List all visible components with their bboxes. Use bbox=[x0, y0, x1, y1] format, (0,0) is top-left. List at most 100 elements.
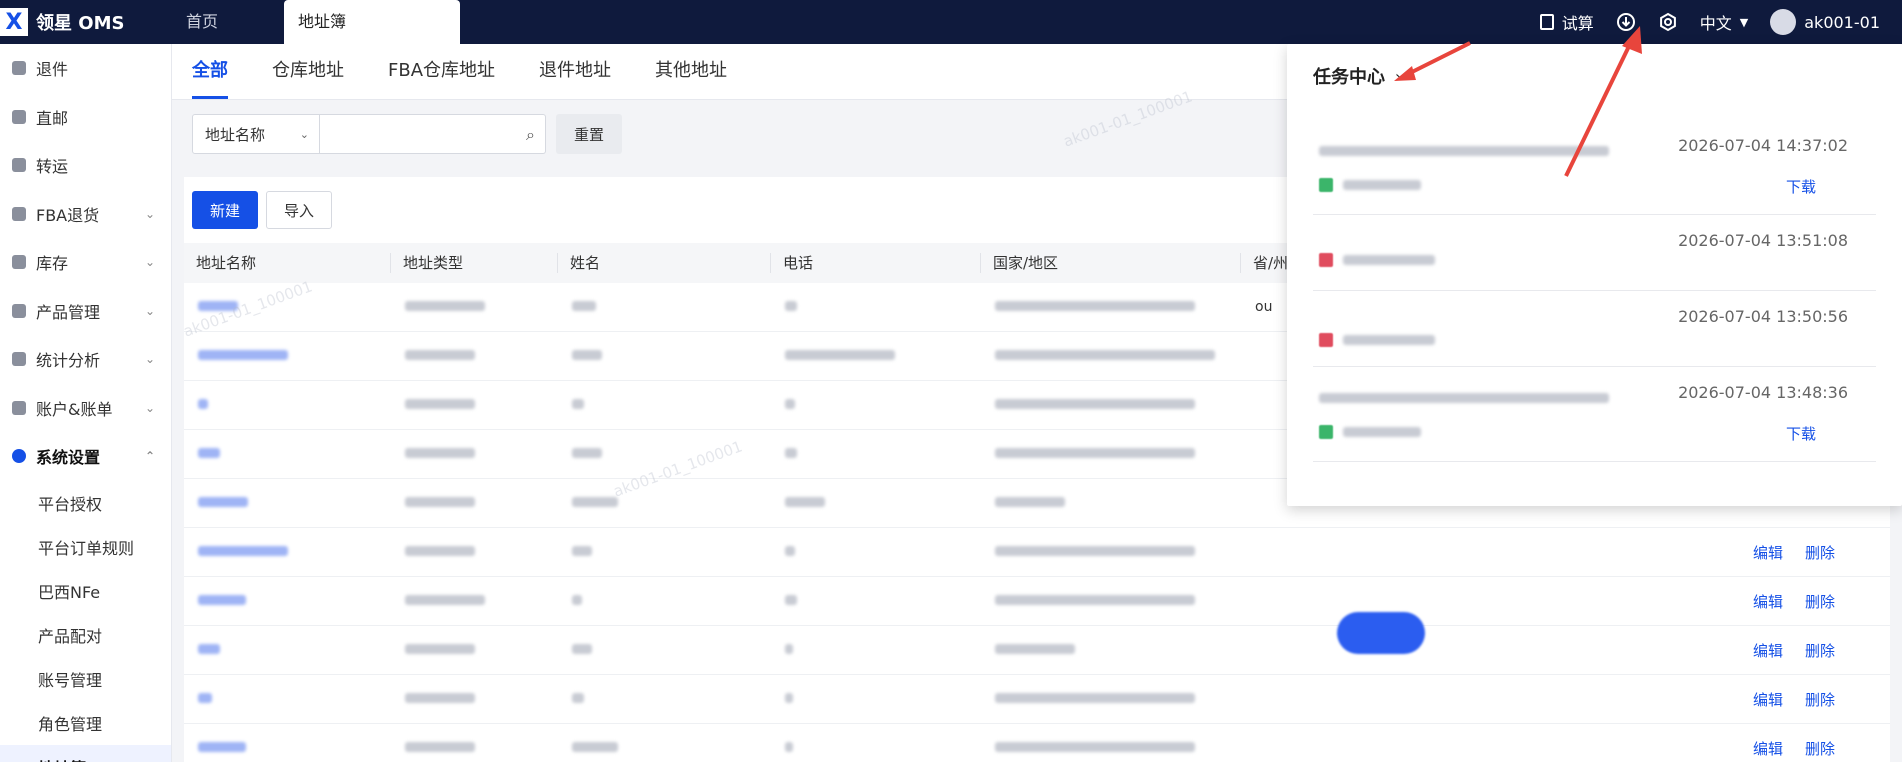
search-icon[interactable]: ⌕ bbox=[526, 125, 535, 145]
sidebar-sub-role-mgmt[interactable]: 角色管理 bbox=[0, 701, 171, 745]
sidebar-sub-platform-auth[interactable]: 平台授权 bbox=[0, 481, 171, 525]
table-cell[interactable] bbox=[184, 446, 391, 462]
redacted-value bbox=[405, 595, 485, 605]
table-cell bbox=[981, 544, 1241, 560]
language-select[interactable]: 中文 ▼ bbox=[1700, 10, 1748, 34]
reset-button[interactable]: 重置 bbox=[556, 114, 622, 154]
edit-link[interactable]: 编辑 bbox=[1753, 591, 1783, 612]
chevron-down-icon: ⌄ bbox=[144, 303, 155, 318]
chart-icon bbox=[12, 352, 26, 367]
search-input[interactable]: ⌕ bbox=[320, 114, 546, 154]
sidebar-item-billing[interactable]: 账户&账单 ⌄ bbox=[0, 384, 171, 433]
table-cell[interactable] bbox=[184, 495, 391, 511]
col-address-type: 地址类型 bbox=[391, 253, 558, 273]
download-link[interactable]: 下载 bbox=[1786, 423, 1816, 444]
table-cell[interactable] bbox=[184, 348, 391, 364]
delete-link[interactable]: 删除 bbox=[1805, 689, 1835, 710]
lingxing-logo-icon: X bbox=[0, 8, 28, 36]
table-cell[interactable] bbox=[184, 544, 391, 560]
chevron-down-icon: ⌄ bbox=[144, 400, 155, 415]
edit-link[interactable]: 编辑 bbox=[1753, 738, 1783, 759]
redacted-value bbox=[405, 350, 475, 360]
redacted-value bbox=[405, 742, 475, 752]
app-logo[interactable]: X 领星 OMS bbox=[0, 0, 124, 44]
table-row: 编辑 删除 bbox=[184, 626, 1890, 675]
table-cell[interactable] bbox=[184, 642, 391, 658]
edit-link[interactable]: 编辑 bbox=[1753, 689, 1783, 710]
redacted-value bbox=[995, 742, 1195, 752]
task-status bbox=[1319, 178, 1421, 192]
col-address-name: 地址名称 bbox=[184, 253, 391, 273]
sidebar-item-label: 系统设置 bbox=[36, 448, 101, 468]
sidebar-sub-product-pairing[interactable]: 产品配对 bbox=[0, 613, 171, 657]
sidebar-sub-account-mgmt[interactable]: 账号管理 bbox=[0, 657, 171, 701]
edit-link[interactable]: 编辑 bbox=[1753, 542, 1783, 563]
task-status bbox=[1319, 425, 1421, 439]
table-row: 编辑 删除 bbox=[184, 724, 1890, 762]
sidebar-item-label: 转运 bbox=[36, 157, 69, 177]
table-cell[interactable] bbox=[184, 740, 391, 756]
task-status-text bbox=[1343, 427, 1421, 437]
sidebar-sub-address-book[interactable]: 地址簿 bbox=[0, 744, 171, 762]
redacted-value bbox=[995, 595, 1195, 605]
tab-other-address[interactable]: 其他地址 bbox=[655, 43, 727, 99]
redacted-value bbox=[785, 350, 895, 360]
edit-link[interactable]: 编辑 bbox=[1753, 640, 1783, 661]
delete-link[interactable]: 删除 bbox=[1805, 542, 1835, 563]
tab-home[interactable]: 首页 bbox=[172, 0, 284, 44]
redacted-value bbox=[405, 644, 475, 654]
table-actions: 新建 导入 bbox=[192, 191, 332, 229]
new-button[interactable]: 新建 bbox=[192, 191, 258, 229]
sidebar-item-transfer[interactable]: 转运 bbox=[0, 141, 171, 190]
user-menu[interactable]: ak001-01 bbox=[1770, 9, 1880, 35]
floating-help-button[interactable] bbox=[1337, 612, 1425, 654]
sidebar-sub-brazil-nfe[interactable]: 巴西NFe bbox=[0, 569, 171, 613]
sidebar-item-direct-mail[interactable]: 直邮 bbox=[0, 93, 171, 142]
fba-icon bbox=[12, 206, 26, 221]
redacted-value bbox=[785, 301, 797, 311]
table-cell bbox=[558, 495, 771, 511]
import-button[interactable]: 导入 bbox=[266, 191, 332, 229]
table-cell bbox=[981, 397, 1241, 413]
redacted-value bbox=[995, 693, 1195, 703]
calculator-icon bbox=[1539, 14, 1554, 30]
delete-link[interactable]: 删除 bbox=[1805, 640, 1835, 661]
tab-fba-warehouse-address[interactable]: FBA仓库地址 bbox=[388, 43, 495, 99]
table-cell bbox=[558, 642, 771, 658]
redacted-value bbox=[198, 497, 248, 507]
table-cell[interactable] bbox=[184, 397, 391, 413]
table-row: 编辑 删除 bbox=[184, 675, 1890, 724]
sidebar-sub-order-rules[interactable]: 平台订单规则 bbox=[0, 525, 171, 569]
table-cell bbox=[391, 544, 558, 560]
table-cell[interactable] bbox=[184, 593, 391, 609]
table-cell bbox=[558, 740, 771, 756]
tab-all[interactable]: 全部 bbox=[192, 43, 228, 99]
tab-address-book[interactable]: 地址簿 bbox=[284, 0, 460, 44]
sidebar-item-system-settings[interactable]: 系统设置 ⌃ bbox=[0, 432, 171, 481]
download-link[interactable]: 下载 bbox=[1786, 176, 1816, 197]
sidebar-item-product[interactable]: 产品管理 ⌄ bbox=[0, 287, 171, 336]
col-country: 国家/地区 bbox=[981, 253, 1241, 273]
filter-field-select[interactable]: 地址名称 ⌄ bbox=[192, 114, 320, 154]
redacted-value bbox=[785, 742, 793, 752]
settings-button[interactable] bbox=[1658, 12, 1678, 32]
sidebar-item-return[interactable]: 退件 bbox=[0, 44, 171, 93]
redacted-value bbox=[198, 595, 246, 605]
table-cell bbox=[391, 397, 558, 413]
sidebar-item-inventory[interactable]: 库存 ⌄ bbox=[0, 238, 171, 287]
table-cell[interactable] bbox=[184, 691, 391, 707]
table-cell bbox=[391, 691, 558, 707]
delete-link[interactable]: 删除 bbox=[1805, 591, 1835, 612]
redacted-value bbox=[572, 546, 592, 556]
task-file-name bbox=[1319, 393, 1609, 403]
sidebar-item-stats[interactable]: 统计分析 ⌄ bbox=[0, 335, 171, 384]
language-label: 中文 bbox=[1699, 14, 1732, 33]
top-tabs: 首页 地址簿 bbox=[172, 0, 460, 44]
table-cell bbox=[558, 691, 771, 707]
sidebar-item-fba-return[interactable]: FBA退货 ⌄ bbox=[0, 190, 171, 239]
redacted-value bbox=[572, 301, 596, 311]
redacted-value bbox=[572, 644, 592, 654]
tab-return-address[interactable]: 退件地址 bbox=[539, 43, 611, 99]
delete-link[interactable]: 删除 bbox=[1805, 738, 1835, 759]
tab-warehouse-address[interactable]: 仓库地址 bbox=[272, 43, 344, 99]
